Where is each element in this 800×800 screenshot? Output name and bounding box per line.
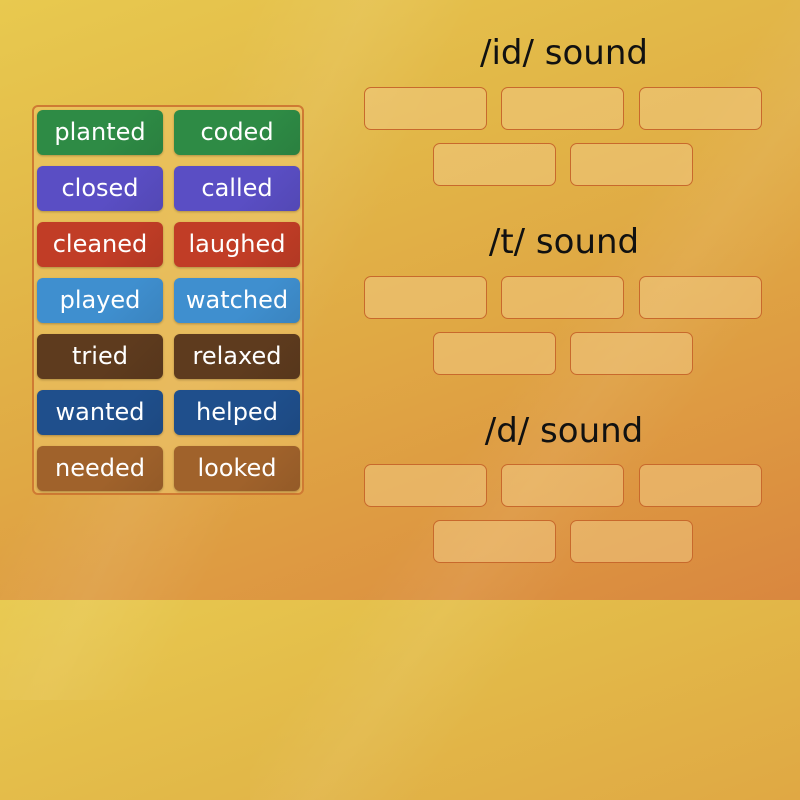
word-tile-helped[interactable]: helped [174,390,300,435]
drop-slot[interactable] [433,520,556,563]
drop-slot[interactable] [570,520,693,563]
word-tile-tried[interactable]: tried [37,334,163,379]
word-tile-planted[interactable]: planted [37,110,163,155]
word-tile-closed[interactable]: closed [37,166,163,211]
word-tile-looked[interactable]: looked [174,446,300,491]
group-heading-t: /t/ sound [488,222,640,262]
word-tile-watched[interactable]: watched [174,278,300,323]
drop-slot[interactable] [639,464,762,507]
drop-slot[interactable] [639,276,762,319]
word-tile-called[interactable]: called [174,166,300,211]
drop-slot[interactable] [433,143,556,186]
drop-slot[interactable] [501,276,624,319]
group-heading-d: /d/ sound [484,411,644,451]
word-tile-cleaned[interactable]: cleaned [37,222,163,267]
word-tile-relaxed[interactable]: relaxed [174,334,300,379]
word-tile-coded[interactable]: coded [174,110,300,155]
word-tile-played[interactable]: played [37,278,163,323]
drop-slot[interactable] [364,87,487,130]
drop-slot[interactable] [364,276,487,319]
word-tile-needed[interactable]: needed [37,446,163,491]
word-tile-wanted[interactable]: wanted [37,390,163,435]
group-heading-id: /id/ sound [480,33,648,73]
drop-slot[interactable] [639,87,762,130]
drop-slot[interactable] [501,87,624,130]
drop-slot[interactable] [570,332,693,375]
drop-slot[interactable] [501,464,624,507]
drop-slot[interactable] [364,464,487,507]
drop-slot[interactable] [570,143,693,186]
word-tile-laughed[interactable]: laughed [174,222,300,267]
drop-slot[interactable] [433,332,556,375]
